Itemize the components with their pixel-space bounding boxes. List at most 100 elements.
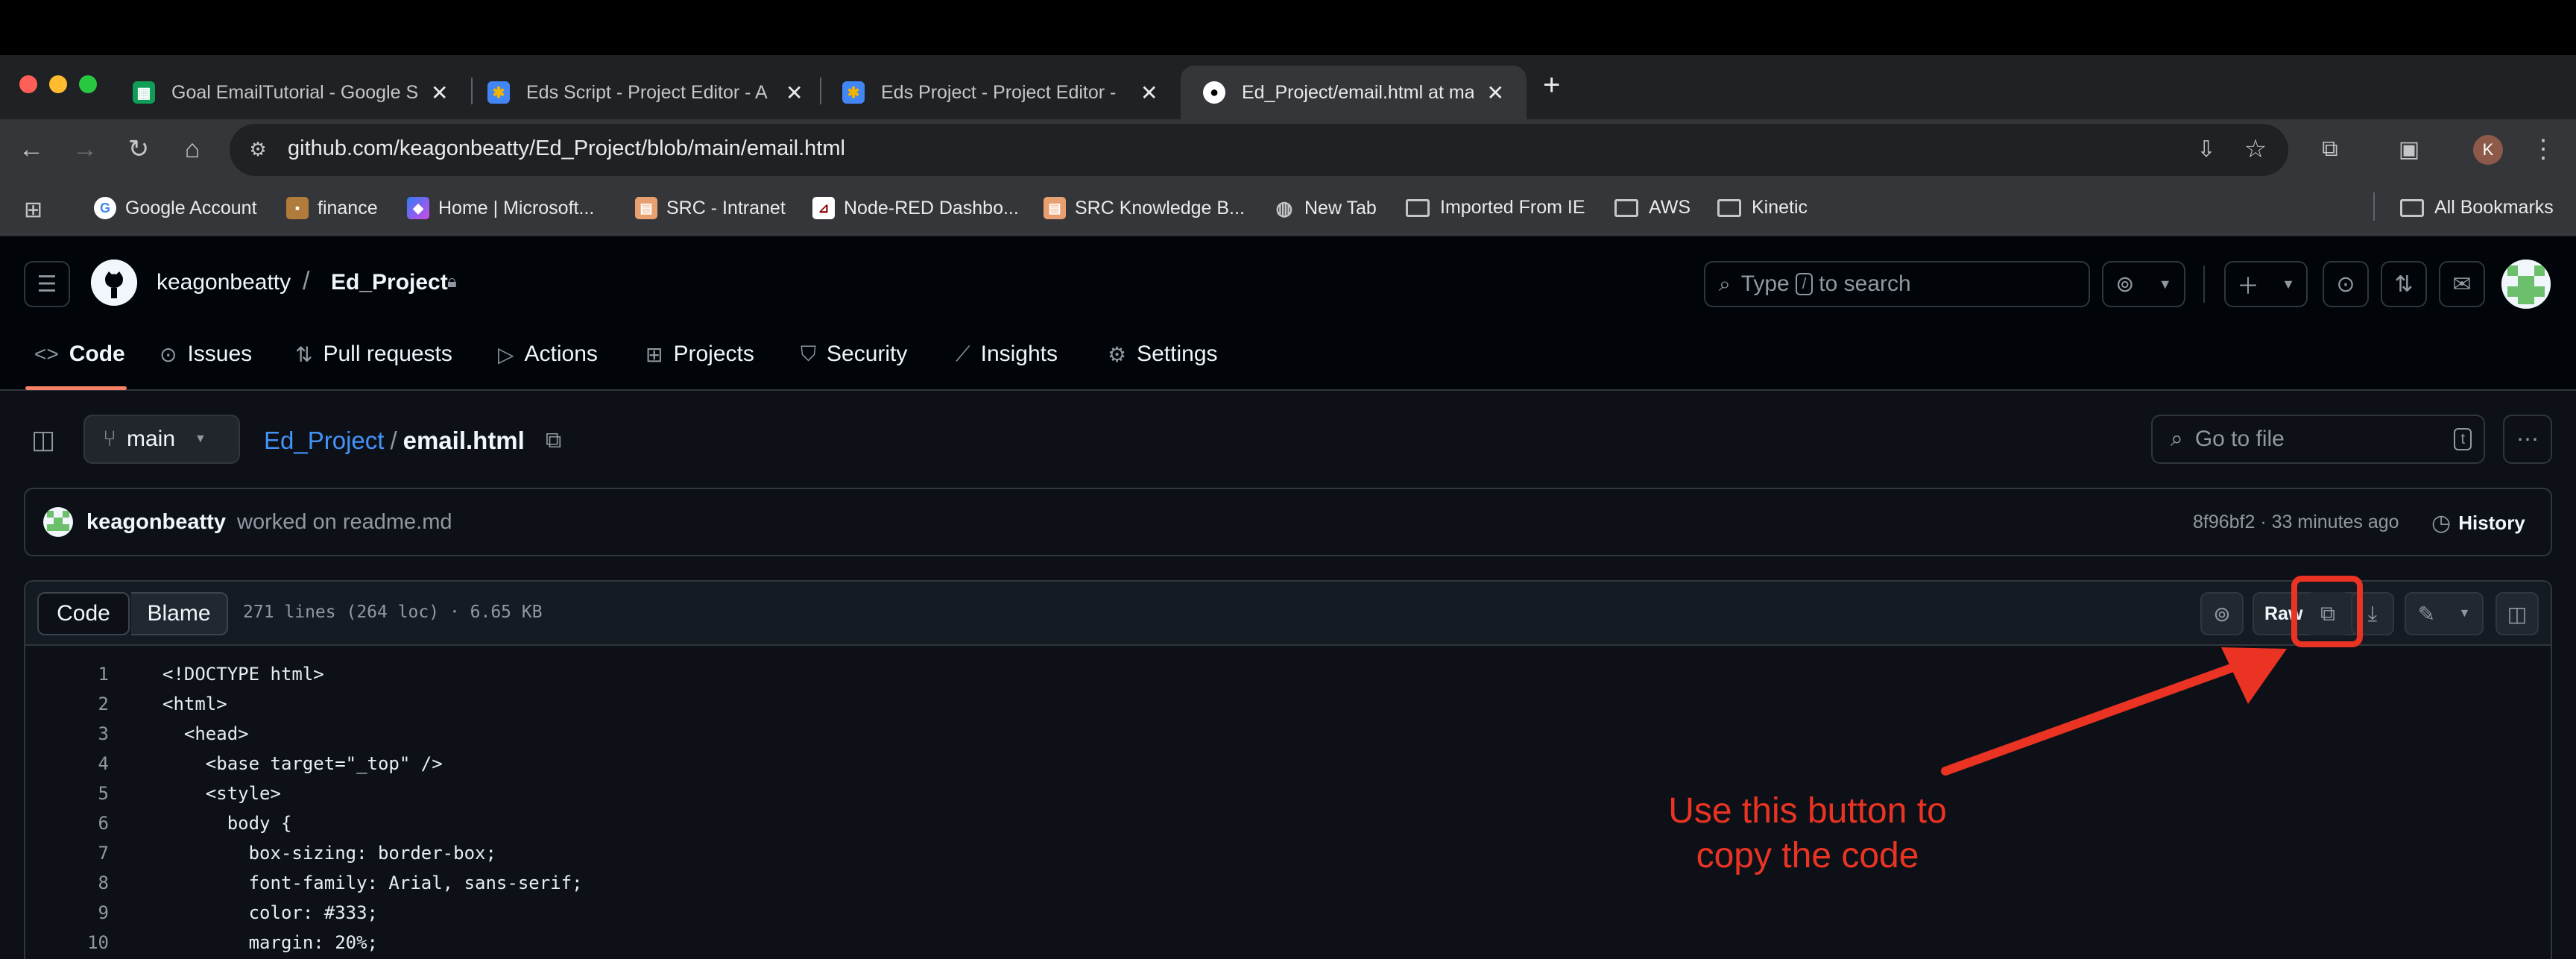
close-tab-icon[interactable]: ✕: [1487, 81, 1504, 105]
go-to-file-input[interactable]: ⌕ Go to file t: [2151, 415, 2485, 464]
commit-author[interactable]: keagonbeatty: [86, 510, 226, 535]
bookmark-star-icon[interactable]: ☆: [2241, 134, 2270, 164]
file-stats: 271 lines (264 loc) · 6.65 KB: [243, 603, 543, 622]
issues-icon[interactable]: ⊙: [2323, 261, 2369, 307]
breadcrumb-repo-link[interactable]: Ed_Project: [264, 427, 384, 455]
code-tab[interactable]: Code: [37, 592, 130, 635]
issue-icon: ⊙: [160, 342, 177, 366]
repo-owner-link[interactable]: keagonbeatty: [157, 270, 291, 295]
code-line: 6 body {: [98, 813, 292, 834]
apps-grid-icon[interactable]: ⊞: [24, 197, 42, 223]
history-button[interactable]: ◷ History: [2431, 510, 2525, 536]
close-window-button[interactable]: [19, 75, 37, 93]
pencil-icon: ✎: [2417, 602, 2436, 626]
branch-selector[interactable]: ⑂ main ▼: [83, 415, 240, 464]
hamburger-menu-icon[interactable]: ☰: [24, 261, 70, 307]
box-icon: ▪: [286, 197, 309, 219]
close-tab-icon[interactable]: ✕: [1140, 81, 1158, 105]
side-panel-icon[interactable]: ▣: [2394, 134, 2424, 164]
back-icon[interactable]: ←: [16, 134, 46, 164]
browser-tab[interactable]: ✱ Eds Project - Project Editor - ✕: [820, 66, 1181, 119]
close-tab-icon[interactable]: ✕: [431, 81, 448, 105]
install-app-icon[interactable]: ⇩: [2191, 134, 2221, 164]
bookmark-src-intranet[interactable]: ▤ SRC - Intranet: [635, 197, 786, 219]
sidebar-toggle-icon[interactable]: ◫: [31, 425, 55, 455]
graph-icon: ⟋: [956, 342, 970, 365]
src-icon: ▤: [635, 197, 657, 219]
apps-script-icon: ✱: [842, 81, 865, 104]
bookmark-google-account[interactable]: G Google Account: [94, 197, 257, 219]
copy-path-icon[interactable]: ⧉: [546, 428, 561, 453]
chevron-down-icon: ▼: [195, 433, 206, 445]
github-logo-icon[interactable]: [91, 260, 137, 306]
bookmark-finance[interactable]: ▪ finance: [286, 197, 378, 219]
commit-author-avatar[interactable]: [43, 507, 73, 537]
reload-icon[interactable]: ↻: [124, 134, 154, 164]
bookmark-kinetic[interactable]: Kinetic: [1717, 197, 1808, 218]
symbols-panel-icon[interactable]: ◫: [2496, 592, 2539, 635]
bookmark-new-tab[interactable]: ◍ New Tab: [1273, 197, 1377, 219]
search-input[interactable]: ⌕ Type / to search: [1704, 261, 2090, 307]
folder-icon: [1717, 198, 1741, 217]
bookmarks-divider: [2373, 192, 2375, 221]
forward-icon[interactable]: →: [70, 134, 100, 164]
site-settings-icon[interactable]: ⚙: [243, 134, 273, 164]
new-tab-button[interactable]: +: [1543, 69, 1560, 102]
repo-name-link[interactable]: Ed_Project: [331, 270, 448, 295]
browser-tab[interactable]: ▦ Goal EmailTutorial - Google S ✕: [110, 66, 471, 119]
minimize-window-button[interactable]: [49, 75, 67, 93]
tab-settings[interactable]: ⚙ Settings: [1108, 342, 1218, 367]
tab-security[interactable]: ⛉ Security: [801, 342, 907, 367]
code-line: 8 font-family: Arial, sans-serif;: [98, 872, 583, 893]
browser-menu-icon[interactable]: ⋮: [2528, 134, 2558, 164]
tab-issues[interactable]: ⊙ Issues: [160, 342, 252, 367]
code-line: 9 color: #333;: [98, 902, 378, 923]
tab-insights[interactable]: ⟋ Insights: [956, 342, 1058, 367]
blame-tab[interactable]: Blame: [131, 592, 228, 635]
code-line: 5 <style>: [98, 783, 281, 804]
commit-meta[interactable]: 8f96bf2 · 33 minutes ago: [2193, 512, 2399, 533]
edit-file-button[interactable]: ✎ ▼: [2405, 592, 2484, 635]
github-header: [0, 237, 2576, 391]
apps-script-icon: ✱: [487, 81, 510, 104]
pull-requests-icon[interactable]: ⇅: [2381, 261, 2427, 307]
user-avatar[interactable]: [2501, 260, 2551, 309]
google-icon: G: [94, 197, 116, 219]
bookmark-aws[interactable]: AWS: [1614, 197, 1690, 218]
profile-avatar[interactable]: K: [2473, 135, 2503, 165]
annotation-text: Use this button to copy the code: [1668, 791, 1947, 875]
extensions-icon[interactable]: ⧉: [2315, 134, 2345, 164]
file-name: email.html: [402, 427, 525, 454]
url-text[interactable]: github.com/keagonbeatty/Ed_Project/blob/…: [288, 136, 845, 161]
bookmark-src-knowledge[interactable]: ▤ SRC Knowledge B...: [1044, 197, 1245, 219]
commit-message[interactable]: worked on readme.md: [237, 510, 452, 535]
tab-code[interactable]: <> Code: [34, 342, 125, 367]
more-options-icon[interactable]: ⋯: [2503, 415, 2552, 464]
all-bookmarks[interactable]: All Bookmarks: [2400, 197, 2554, 218]
close-tab-icon[interactable]: ✕: [786, 81, 803, 105]
node-red-icon: ⊿: [812, 197, 835, 219]
tab-projects[interactable]: ⊞ Projects: [645, 342, 754, 367]
create-new-button[interactable]: ＋ ▼: [2224, 261, 2308, 307]
bookmark-microsoft[interactable]: ◆ Home | Microsoft...: [407, 197, 594, 219]
copilot-icon[interactable]: ⊚: [2200, 592, 2244, 635]
header-divider: [2203, 265, 2205, 303]
annotation-arrow: [1941, 647, 2287, 776]
table-icon: ⊞: [645, 342, 663, 366]
copilot-button[interactable]: ⊚ ▼: [2102, 261, 2185, 307]
chevron-down-icon: ▼: [2282, 276, 2295, 292]
search-icon: ⌕: [2171, 427, 2183, 451]
play-icon: ▷: [498, 342, 514, 366]
bookmark-imported-from-ie[interactable]: Imported From IE: [1406, 197, 1585, 218]
bookmark-node-red[interactable]: ⊿ Node-RED Dashbo...: [812, 197, 1019, 219]
tab-pull-requests[interactable]: ⇅ Pull requests: [295, 342, 452, 367]
browser-tab[interactable]: ✱ Eds Script - Project Editor - A ✕: [465, 66, 826, 119]
download-icon: ⤓: [2367, 601, 2378, 625]
home-icon[interactable]: ⌂: [177, 134, 207, 164]
globe-icon: ◍: [1275, 196, 1293, 219]
maximize-window-button[interactable]: [79, 75, 97, 93]
browser-tab-active[interactable]: ● Ed_Project/email.html at main ✕: [1181, 66, 1527, 119]
tab-actions[interactable]: ▷ Actions: [498, 342, 598, 367]
inbox-icon[interactable]: ✉: [2439, 261, 2485, 307]
folder-icon: [1406, 198, 1430, 217]
